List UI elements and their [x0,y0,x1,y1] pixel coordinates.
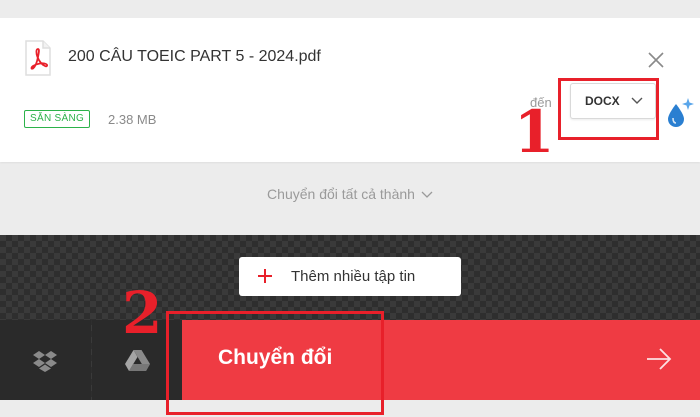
annotation-step-2: 2 [122,279,163,347]
annotation-highlight-2 [166,311,384,415]
google-drive-icon [125,350,150,371]
arrow-right-icon [647,348,672,370]
chevron-down-icon [421,191,433,199]
close-icon[interactable] [644,48,668,72]
droplet-sparkle-icon[interactable] [664,96,696,130]
convert-all-dropdown[interactable]: Chuyển đổi tất cả thành [0,186,700,202]
file-name: 200 CÂU TOEIC PART 5 - 2024.pdf [68,48,321,65]
pdf-file-icon [25,40,51,76]
convert-all-label: Chuyển đổi tất cả thành [267,186,415,202]
dropbox-icon [33,351,57,372]
status-badge: SẴN SÀNG [24,110,91,128]
annotation-step-1: 1 [514,98,555,166]
plus-icon [258,269,272,283]
file-size: 2.38 MB [108,112,157,127]
top-strip [0,0,700,18]
annotation-highlight-1 [558,78,659,140]
add-files-button[interactable]: Thêm nhiều tập tin [239,257,461,296]
dropbox-button[interactable] [0,320,91,400]
add-files-label: Thêm nhiều tập tin [291,268,416,285]
